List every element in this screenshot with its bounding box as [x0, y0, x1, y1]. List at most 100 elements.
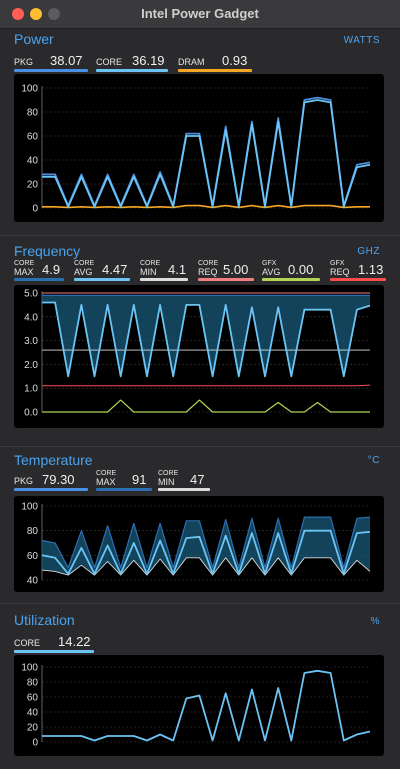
utilization-chart: 100 80 60 40 20 0	[14, 655, 384, 756]
utilization-tick-label: 20	[27, 723, 39, 734]
temperature-title: Temperature	[14, 452, 93, 468]
temperature-unit: °C	[367, 455, 380, 466]
freq-gfx-avg-bar	[262, 278, 320, 281]
temp-core-min-bar	[158, 488, 210, 491]
power-series-pkg	[42, 96, 371, 207]
power-panel: Power WATTS PKG 38.07 CORE 36.19 DRAM 0.…	[0, 28, 400, 234]
power-core-bar	[96, 69, 168, 72]
power-core-metric: CORE 36.19	[96, 52, 168, 72]
freq-core-avg-metric: CORE AVG 4.47	[74, 260, 130, 281]
freq-gfx-avg-metric: GFX AVG 0.00	[262, 260, 320, 281]
power-dram-label: DRAM	[178, 57, 205, 67]
utilization-tick-label: 60	[27, 693, 39, 704]
temperature-chart-svg: 100 80 60 40	[21, 502, 371, 587]
utilization-chart-svg: 100 80 60 40 20 0	[21, 663, 371, 749]
utilization-tick-label: 80	[27, 678, 39, 689]
freq-gfx-req-value: 1.13	[358, 262, 384, 277]
power-pkg-label: PKG	[14, 57, 34, 67]
temp-core-min-bottom: MIN	[158, 477, 175, 487]
power-tick-label: 0	[32, 204, 38, 215]
util-core-label: CORE	[14, 638, 41, 648]
utilization-panel: Utilization % CORE 14.22 100 80 60 40 20 0	[0, 606, 400, 766]
power-dram-value: 0.93	[222, 53, 248, 68]
frequency-tick-label: 1.0	[24, 384, 38, 395]
temp-pkg-bar	[14, 488, 88, 491]
freq-core-avg-value: 4.47	[102, 262, 128, 277]
utilization-tick-label: 40	[27, 708, 39, 719]
frequency-tick-label: 5.0	[24, 289, 38, 300]
temp-pkg-label: PKG	[14, 476, 34, 486]
power-unit: WATTS	[343, 35, 380, 46]
temperature-chart: 100 80 60 40	[14, 496, 384, 592]
power-core-value: 36.19	[132, 53, 165, 68]
frequency-series-gfx-avg	[42, 399, 370, 413]
power-tick-label: 40	[27, 156, 39, 167]
title-bar: Intel Power Gadget	[0, 0, 400, 29]
divider	[0, 235, 400, 236]
utilization-series-core	[42, 669, 371, 742]
freq-core-max-value: 4.9	[42, 262, 61, 277]
power-core-label: CORE	[96, 57, 123, 67]
power-tick-label: 20	[27, 180, 39, 191]
divider	[0, 446, 400, 447]
temp-core-max-bottom: MAX	[96, 477, 116, 487]
freq-gfx-avg-bottom: AVG	[262, 267, 281, 277]
power-series-core	[42, 99, 371, 208]
power-dram-metric: DRAM 0.93	[178, 52, 252, 72]
utilization-tick-label: 0	[32, 738, 38, 749]
freq-core-min-bar	[140, 278, 188, 281]
frequency-tick-label: 0.0	[24, 408, 38, 419]
frequency-title: Frequency	[14, 243, 81, 259]
frequency-panel: Frequency GHZ CORE MAX 4.9 CORE AVG 4.47 C…	[0, 238, 400, 442]
temp-pkg-metric: PKG 79.30	[14, 471, 88, 491]
temperature-tick-label: 60	[27, 551, 39, 562]
power-chart: 100 80 60 40 20 0	[14, 74, 384, 222]
temp-core-min-value: 47	[190, 472, 205, 487]
utilization-unit: %	[370, 616, 380, 627]
freq-core-avg-bar	[74, 278, 130, 281]
power-chart-svg: 100 80 60 40 20 0	[21, 84, 371, 215]
util-core-metric: CORE 14.22	[14, 633, 94, 653]
frequency-series-gfx-req	[42, 384, 371, 387]
freq-gfx-avg-value: 0.00	[288, 262, 314, 277]
temp-core-max-value: 91	[132, 472, 147, 487]
frequency-chart-svg: 5.0 4.0 3.0 2.0 1.0 0.0	[24, 289, 371, 419]
freq-core-req-metric: CORE REQ 5.00	[198, 260, 254, 281]
freq-core-max-bar	[14, 278, 64, 281]
frequency-tick-label: 4.0	[24, 312, 38, 323]
utilization-title: Utilization	[14, 612, 75, 628]
freq-core-req-bar	[198, 278, 254, 281]
frequency-tick-label: 3.0	[24, 336, 38, 347]
power-pkg-metric: PKG 38.07	[14, 52, 88, 72]
power-dram-bar	[178, 69, 252, 72]
freq-core-min-value: 4.1	[168, 262, 187, 277]
power-pkg-value: 38.07	[50, 53, 83, 68]
temp-core-max-metric: CORE MAX 91	[96, 470, 152, 491]
freq-gfx-req-bar	[330, 278, 386, 281]
temperature-panel: Temperature °C PKG 79.30 CORE MAX 91 CORE…	[0, 448, 400, 600]
freq-core-req-value: 5.00	[223, 262, 249, 277]
temperature-tick-label: 40	[27, 576, 39, 587]
util-core-bar	[14, 650, 94, 653]
freq-core-max-bottom: MAX	[14, 267, 34, 277]
freq-gfx-req-bottom: REQ	[330, 267, 350, 277]
utilization-tick-label: 100	[21, 663, 38, 674]
freq-core-max-metric: CORE MAX 4.9	[14, 260, 64, 281]
freq-core-min-metric: CORE MIN 4.1	[140, 260, 188, 281]
util-core-value: 14.22	[58, 634, 91, 649]
temperature-tick-label: 80	[27, 526, 39, 537]
power-tick-label: 60	[27, 132, 39, 143]
power-title: Power	[14, 31, 54, 47]
temperature-tick-label: 100	[21, 502, 38, 513]
temp-core-min-metric: CORE MIN 47	[158, 470, 210, 491]
power-series-dram	[42, 204, 370, 209]
power-tick-label: 80	[27, 108, 39, 119]
divider	[0, 603, 400, 604]
temp-core-max-bar	[96, 488, 152, 491]
power-pkg-bar	[14, 69, 88, 72]
freq-core-req-bottom: REQ	[198, 267, 218, 277]
frequency-chart: 5.0 4.0 3.0 2.0 1.0 0.0	[14, 285, 384, 428]
freq-gfx-req-metric: GFX REQ 1.13	[330, 260, 386, 281]
window-title: Intel Power Gadget	[141, 6, 259, 21]
temp-pkg-value: 79.30	[42, 472, 75, 487]
